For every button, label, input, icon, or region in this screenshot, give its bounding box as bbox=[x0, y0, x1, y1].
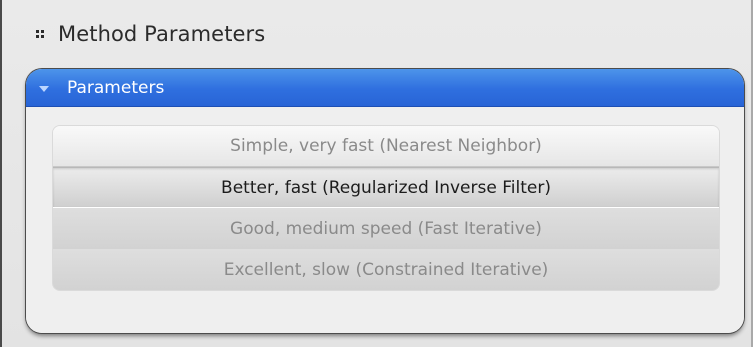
option-regularized-inverse-filter[interactable]: Better, fast (Regularized Inverse Filter… bbox=[53, 167, 719, 208]
method-options-list: Simple, very fast (Nearest Neighbor) Bet… bbox=[53, 126, 719, 290]
panel-body: Simple, very fast (Nearest Neighbor) Bet… bbox=[26, 107, 744, 333]
method-parameters-window: Method Parameters Parameters Simple, ver… bbox=[0, 0, 753, 347]
parameters-panel-header[interactable]: Parameters bbox=[26, 69, 744, 107]
option-nearest-neighbor[interactable]: Simple, very fast (Nearest Neighbor) bbox=[53, 126, 719, 167]
option-constrained-iterative[interactable]: Excellent, slow (Constrained Iterative) bbox=[53, 249, 719, 290]
section-title: Method Parameters bbox=[58, 22, 266, 46]
panel-title: Parameters bbox=[67, 77, 165, 98]
grip-icon[interactable] bbox=[36, 29, 46, 39]
caret-down-icon[interactable] bbox=[39, 86, 49, 92]
parameters-panel: Parameters Simple, very fast (Nearest Ne… bbox=[26, 69, 744, 333]
option-fast-iterative[interactable]: Good, medium speed (Fast Iterative) bbox=[53, 208, 719, 249]
section-header: Method Parameters bbox=[36, 20, 265, 48]
